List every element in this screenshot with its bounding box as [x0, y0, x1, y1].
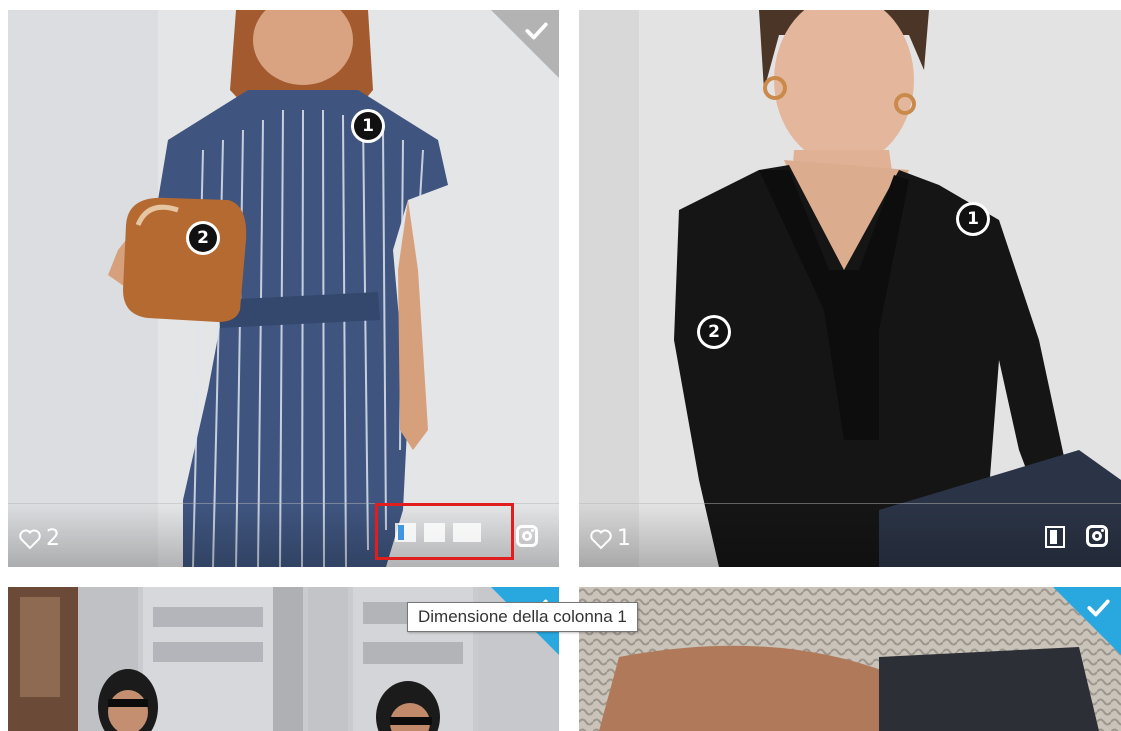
like-count: 2 [46, 526, 60, 551]
product-photo-striped-dress [8, 10, 559, 567]
gallery-card-1[interactable]: 1 2 2 [8, 10, 559, 567]
column-indicator-icon[interactable] [1045, 526, 1065, 548]
tooltip: Dimensione della colonna 1 [407, 602, 638, 632]
product-photo-knit [579, 587, 1121, 731]
product-hotspot[interactable]: 1 [956, 202, 990, 236]
tooltip-text: Dimensione della colonna 1 [418, 607, 627, 626]
hotspot-number: 2 [189, 224, 217, 252]
checkmark-icon [525, 22, 548, 40]
heart-icon [590, 529, 612, 549]
card-footer [579, 503, 1121, 567]
instagram-icon[interactable] [1086, 525, 1108, 547]
column-size-picker[interactable] [395, 523, 481, 542]
like-counter[interactable]: 1 [589, 526, 631, 551]
instagram-icon[interactable] [516, 525, 538, 547]
hotspot-number: 1 [354, 112, 382, 140]
hotspot-number: 1 [959, 205, 987, 233]
product-hotspot[interactable]: 1 [351, 109, 385, 143]
product-hotspot[interactable]: 2 [697, 315, 731, 349]
hotspot-number: 2 [700, 318, 728, 346]
like-counter[interactable]: 2 [18, 526, 60, 551]
product-photo-black-top [579, 10, 1121, 567]
gallery-card-4[interactable] [579, 587, 1121, 731]
product-hotspot[interactable]: 2 [186, 221, 220, 255]
size-option-3[interactable] [453, 523, 481, 542]
size-option-2[interactable] [424, 523, 445, 542]
size-option-1[interactable] [395, 523, 416, 542]
gallery-card-2[interactable]: 1 2 1 [579, 10, 1121, 567]
heart-icon [19, 529, 41, 549]
image-grid: 1 2 2 1 2 1 Dimensione della colonna 1 [0, 0, 1121, 731]
checkmark-icon [1087, 599, 1110, 617]
like-count: 1 [617, 526, 631, 551]
